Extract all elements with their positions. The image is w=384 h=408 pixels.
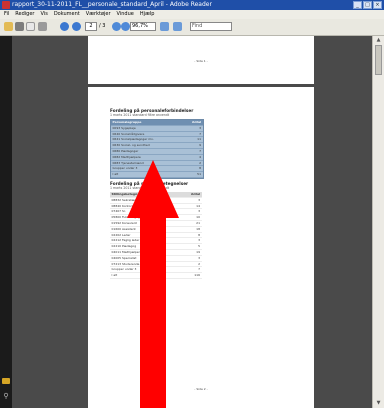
page-2: Fordeling på personaleforbindelser 1 mar… [88, 87, 314, 408]
vertical-scrollbar[interactable]: ▲ ▼ [372, 36, 384, 408]
cell-label: I alt [111, 273, 118, 278]
table-total-row: I alt 116 [110, 273, 202, 279]
cell-label: Stillingsbetegnelse [111, 192, 145, 196]
cell-value: 7 [199, 148, 201, 153]
cell-value: 21 [196, 220, 200, 225]
cell-value: 8 [198, 232, 200, 237]
cell-label: 07407 Sr. [111, 209, 126, 214]
cell-label: 08840 Kontormedhjælper [111, 203, 150, 208]
cell-value: 7 [198, 267, 200, 272]
previous-page-icon[interactable] [60, 22, 69, 31]
print-icon[interactable] [15, 22, 24, 31]
cell-label: 04011 Medhjælper [111, 249, 140, 254]
cell-label: 0682 Medhjælpere [112, 154, 141, 159]
cell-label: 0641 Socialpædagoger mv. [112, 137, 154, 142]
section-subtitle: 1 marts 2011 standard filtre anvendt [110, 113, 170, 117]
cell-value: 3 [198, 238, 200, 243]
document-area[interactable]: - Side 1 - Fordeling på personaleforbind… [12, 36, 384, 408]
fit-page-icon[interactable] [160, 22, 169, 31]
cell-value: 8 [199, 166, 201, 171]
fit-width-icon[interactable] [173, 22, 182, 31]
scroll-down-arrow-icon[interactable]: ▼ [375, 400, 382, 407]
section-subtitle: 1 marts 2011 standard filtre anvendt [110, 186, 170, 190]
cell-label: Grupper under 3 [111, 267, 137, 272]
menu-item[interactable]: Vindue [117, 10, 134, 19]
scroll-up-arrow-icon[interactable]: ▲ [375, 37, 382, 44]
menu-item[interactable]: Værktøjer [86, 10, 111, 19]
cell-value: 4 [199, 154, 201, 159]
close-button[interactable]: × [373, 1, 382, 9]
menu-item[interactable]: Fil [4, 10, 9, 19]
email-icon[interactable] [26, 22, 35, 31]
cell-label: 0630 Social- og sundhed [112, 143, 150, 148]
menu-item[interactable]: Vis [41, 10, 48, 19]
next-page-icon[interactable] [72, 22, 81, 31]
cell-label: Personalegruppe [112, 120, 142, 124]
cell-value: 5 [198, 244, 200, 249]
cell-label: 02202 Leder [111, 232, 131, 237]
cell-value: 2 [198, 261, 200, 266]
menu-bar: Fil Rediger Vis Dokument Værktøjer Vindue Hjæl… [0, 10, 384, 19]
find-input[interactable]: Find [190, 22, 232, 31]
cell-value: 7 [199, 131, 201, 136]
cell-value: 9 [199, 143, 201, 148]
title-bar: rapport_30-11-2011_FL__personale_standar… [0, 0, 384, 10]
attachment-icon[interactable] [2, 378, 10, 384]
cell-value: 3 [198, 209, 200, 214]
table-total-row: I alt 51 [111, 172, 203, 178]
cell-label: 0640 Socialrådgivere [112, 131, 145, 136]
cell-value: 3 [199, 125, 201, 130]
cell-label: 02210 Pædagog [111, 244, 137, 249]
cell-label: 02212 Faglig leder [111, 238, 140, 243]
minimize-button[interactable]: _ [353, 1, 362, 9]
cell-label: Grupper under 3 [112, 166, 138, 171]
navigation-pane: ⚲ [0, 36, 12, 408]
maximize-button[interactable]: □ [363, 1, 372, 9]
cell-label: 08832 Sekretær [111, 197, 136, 202]
toolbar: 2 / 3 96,7% Find [0, 19, 384, 36]
cell-value: 11 [197, 137, 201, 142]
zoom-out-icon[interactable] [112, 22, 121, 31]
window-controls: _ □ × [353, 1, 382, 9]
cell-label: 0093 Sygepleje [112, 125, 136, 130]
cell-label: 01600 Assistent [111, 226, 136, 231]
page-1-footer: - Side 1 - [194, 59, 208, 63]
cell-label: 07213 Studerende [111, 261, 140, 266]
open-icon[interactable] [4, 22, 13, 31]
personnel-group-table: Personalegruppe Antal 0093 Sygepleje 3 0640 … [110, 119, 204, 179]
cell-value: 3 [198, 197, 200, 202]
cell-value: 14 [196, 203, 200, 208]
cell-value: 3 [198, 255, 200, 260]
cell-value: 51 [197, 172, 201, 177]
zoom-in-icon[interactable] [121, 22, 130, 31]
menu-item[interactable]: Hjælp [140, 10, 155, 19]
cell-label: 01592 Konsulent [111, 220, 137, 225]
paperclip-icon[interactable]: ⚲ [2, 392, 10, 400]
cell-label: I alt [112, 172, 119, 177]
adobe-reader-icon [2, 1, 10, 9]
window-title: rapport_30-11-2011_FL__personale_standar… [12, 1, 212, 8]
cell-label: 0683 Tjenestemænd [112, 160, 144, 165]
menu-item[interactable]: Rediger [15, 10, 34, 19]
cell-value: 116 [194, 273, 200, 278]
job-title-table: Stillingsbetegnelse Antal 08832 Sekretær 3 0… [110, 192, 202, 279]
cell-value: 19 [196, 249, 200, 254]
cell-value: Antal [191, 192, 200, 196]
page-number-input[interactable]: 2 [85, 22, 97, 31]
cell-label: 0680 Pædagoger [112, 148, 139, 153]
page-1: - Side 1 - [88, 36, 314, 84]
page-2-footer: - Side 2 - [194, 387, 208, 391]
cell-value: 2 [199, 160, 201, 165]
cell-value: 18 [196, 226, 200, 231]
cell-label: 05800 Fuldmægtig [111, 215, 140, 220]
cell-value: 10 [196, 215, 200, 220]
cell-label: 04005 Specialist [111, 255, 137, 260]
page-total-label: / 3 [99, 23, 106, 29]
hand-tool-icon[interactable] [38, 22, 47, 31]
scrollbar-thumb[interactable] [375, 45, 382, 75]
zoom-select[interactable]: 96,7% [130, 22, 156, 31]
menu-item[interactable]: Dokument [54, 10, 80, 19]
cell-value: Antal [192, 120, 201, 124]
